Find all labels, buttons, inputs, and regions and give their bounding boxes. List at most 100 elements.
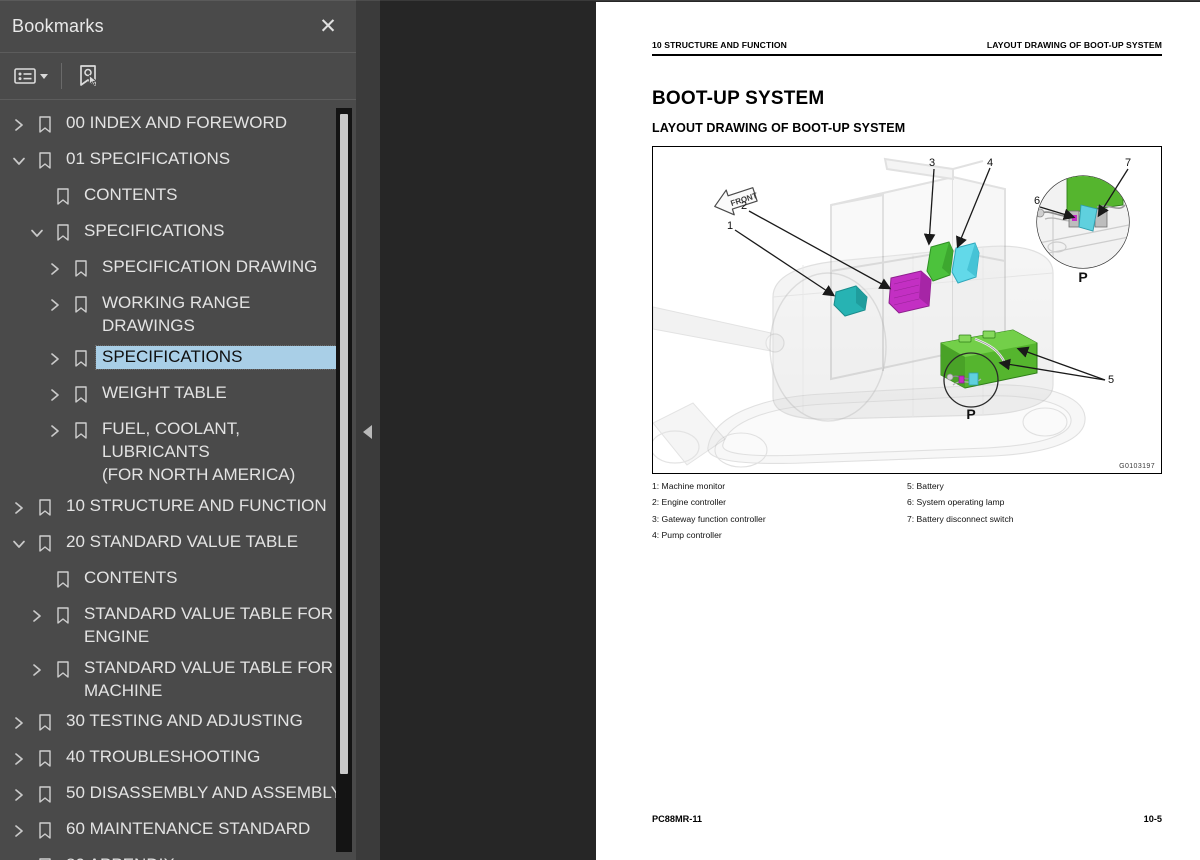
bookmark-item[interactable]: WEIGHT TABLE (0, 378, 356, 414)
bookmark-item-label: 50 DISASSEMBLY AND ASSEMBLY (66, 783, 342, 803)
new-bookmark-icon (77, 64, 99, 88)
bookmark-item[interactable]: STANDARD VALUE TABLE FOR MACHINE (0, 653, 356, 707)
chevron-right-icon[interactable] (42, 293, 68, 317)
chevron-right-icon[interactable] (6, 783, 32, 807)
bookmark-item-label: 40 TROUBLESHOOTING (66, 747, 261, 767)
bookmark-icon (50, 658, 76, 682)
bookmarks-scrollbar[interactable] (336, 108, 352, 852)
bookmark-item[interactable]: FUEL, COOLANT, LUBRICANTS (FOR NORTH AME… (0, 414, 356, 491)
bookmark-item[interactable]: 00 INDEX AND FOREWORD (0, 108, 356, 144)
legend-entry: 5: Battery (907, 481, 944, 491)
document-viewer[interactable]: 10 STRUCTURE AND FUNCTION LAYOUT DRAWING… (380, 0, 1200, 860)
callout-4: 4 (987, 157, 993, 169)
chevron-right-icon[interactable] (6, 747, 32, 771)
chevron-right-icon[interactable] (24, 604, 50, 628)
bookmarks-panel-header: Bookmarks ✕ (0, 1, 356, 53)
bookmark-item-label: 20 STANDARD VALUE TABLE (66, 531, 299, 551)
bookmark-item-label: SPECIFICATIONS (84, 221, 225, 240)
bookmark-icon (32, 149, 58, 173)
bookmark-icon (68, 383, 94, 407)
chevron-right-icon[interactable] (6, 855, 32, 860)
bookmark-item-label: CONTENTS (84, 567, 178, 587)
bookmark-item[interactable]: STANDARD VALUE TABLE FOR ENGINE (0, 599, 356, 653)
bookmark-icon (32, 496, 58, 520)
bookmark-item-label: 10 STRUCTURE AND FUNCTION (66, 495, 327, 515)
part-pump-controller (951, 242, 980, 284)
bookmark-item-label: 30 TESTING AND ADJUSTING (66, 711, 303, 731)
callout-5: 5 (1108, 374, 1114, 386)
collapse-left-triangle-icon[interactable] (363, 425, 372, 439)
detail-label-inset: P (1078, 269, 1087, 285)
bookmark-item[interactable]: CONTENTS (0, 563, 356, 599)
footer-model: PC88MR-11 (652, 814, 703, 824)
footer-page-number: 10-5 (1143, 814, 1162, 824)
pdf-viewer-window: Bookmarks ✕ 00 INDEX AND FOREWORD 01 SPE… (0, 0, 1200, 860)
chevron-right-icon[interactable] (42, 257, 68, 281)
panel-splitter[interactable] (356, 0, 380, 860)
bookmark-icon (50, 604, 76, 628)
bookmark-icon (32, 783, 58, 807)
chevron-right-icon[interactable] (42, 419, 68, 443)
bookmark-icon (32, 532, 58, 556)
bookmark-item-label: CONTENTS (84, 185, 178, 204)
bookmark-item[interactable]: 50 DISASSEMBLY AND ASSEMBLY (0, 778, 356, 814)
bookmark-options-button[interactable] (10, 61, 52, 91)
bookmark-item[interactable]: 60 MAINTENANCE STANDARD (0, 814, 356, 850)
callout-6: 6 (1034, 195, 1040, 207)
bookmark-item-label: 60 MAINTENANCE STANDARD (66, 819, 311, 839)
legend-entry: 6: System operating lamp (907, 497, 1005, 508)
bookmark-item[interactable]: CONTENTS (0, 180, 356, 216)
toolbar-separator (61, 63, 62, 89)
bookmark-item-label: STANDARD VALUE TABLE FOR ENGINE (84, 603, 334, 646)
legend-entry: 2: Engine controller (652, 497, 727, 508)
chevron-right-icon[interactable] (6, 496, 32, 520)
bookmark-item[interactable]: 80 APPENDIX (0, 850, 356, 860)
excavator-diagram-svg: FRONT P P 1 2 3 4 5 6 7 (653, 147, 1161, 473)
figure-layout-drawing: FRONT P P 1 2 3 4 5 6 7 G0103197 (652, 146, 1162, 474)
bookmark-icon (32, 113, 58, 137)
bookmarks-toolbar (0, 53, 356, 100)
chevron-down-icon (40, 73, 48, 79)
scrollbar-thumb[interactable] (340, 114, 348, 774)
bookmark-item[interactable]: 10 STRUCTURE AND FUNCTION (0, 491, 356, 527)
chevron-right-icon[interactable] (42, 347, 68, 371)
bookmark-item[interactable]: SPECIFICATIONS (0, 216, 356, 252)
bookmark-item-label: 00 INDEX AND FOREWORD (66, 113, 288, 132)
new-bookmark-button[interactable] (73, 61, 103, 91)
callout-3: 3 (929, 157, 935, 169)
bookmark-item[interactable]: WORKING RANGE DRAWINGS (0, 288, 356, 342)
bookmark-item[interactable]: 40 TROUBLESHOOTING (0, 742, 356, 778)
bookmarks-panel: Bookmarks ✕ 00 INDEX AND FOREWORD 01 SPE… (0, 0, 356, 860)
chevron-right-icon[interactable] (24, 658, 50, 682)
callout-2: 2 (741, 200, 747, 212)
legend-entry: 1: Machine monitor (652, 481, 726, 491)
legend-entry: 3: Gateway function controller (652, 513, 766, 524)
bookmark-item-label: STANDARD VALUE TABLE FOR MACHINE (84, 657, 334, 700)
bookmark-icon (68, 257, 94, 281)
figure-code: G0103197 (1119, 463, 1155, 470)
header-left-text: 10 STRUCTURE AND FUNCTION (652, 40, 787, 50)
bookmark-icon (50, 221, 76, 245)
bookmark-item-label: SPECIFICATIONS (95, 344, 339, 370)
bookmark-item[interactable]: 01 SPECIFICATIONS (0, 144, 356, 180)
bookmark-item[interactable]: 30 TESTING AND ADJUSTING (0, 706, 356, 742)
chevron-right-icon[interactable] (6, 819, 32, 843)
bookmark-item[interactable]: SPECIFICATIONS (0, 342, 356, 378)
bookmark-item[interactable]: SPECIFICATION DRAWING (0, 252, 356, 288)
part-gateway-function-controller (926, 241, 954, 282)
bookmark-item-label: SPECIFICATION DRAWING (102, 257, 318, 276)
chevron-right-icon[interactable] (6, 711, 32, 735)
chevron-down-icon[interactable] (24, 221, 50, 245)
chevron-right-icon[interactable] (6, 113, 32, 137)
page-running-header: 10 STRUCTURE AND FUNCTION LAYOUT DRAWING… (652, 40, 1162, 50)
bookmark-icon (50, 568, 76, 592)
bookmark-item[interactable]: 20 STANDARD VALUE TABLE (0, 527, 356, 563)
chevron-down-icon[interactable] (6, 532, 32, 556)
bookmarks-tree[interactable]: 00 INDEX AND FOREWORD 01 SPECIFICATIONS CO… (0, 100, 356, 860)
chevron-right-icon[interactable] (42, 383, 68, 407)
chevron-down-icon[interactable] (6, 149, 32, 173)
page-footer: PC88MR-11 10-5 (652, 814, 1162, 824)
close-panel-button[interactable]: ✕ (314, 13, 342, 41)
legend-entry: 4: Pump controller (652, 530, 722, 541)
figure-legend: 1: Machine monitor 2: Engine controller 3:… (652, 478, 1162, 544)
